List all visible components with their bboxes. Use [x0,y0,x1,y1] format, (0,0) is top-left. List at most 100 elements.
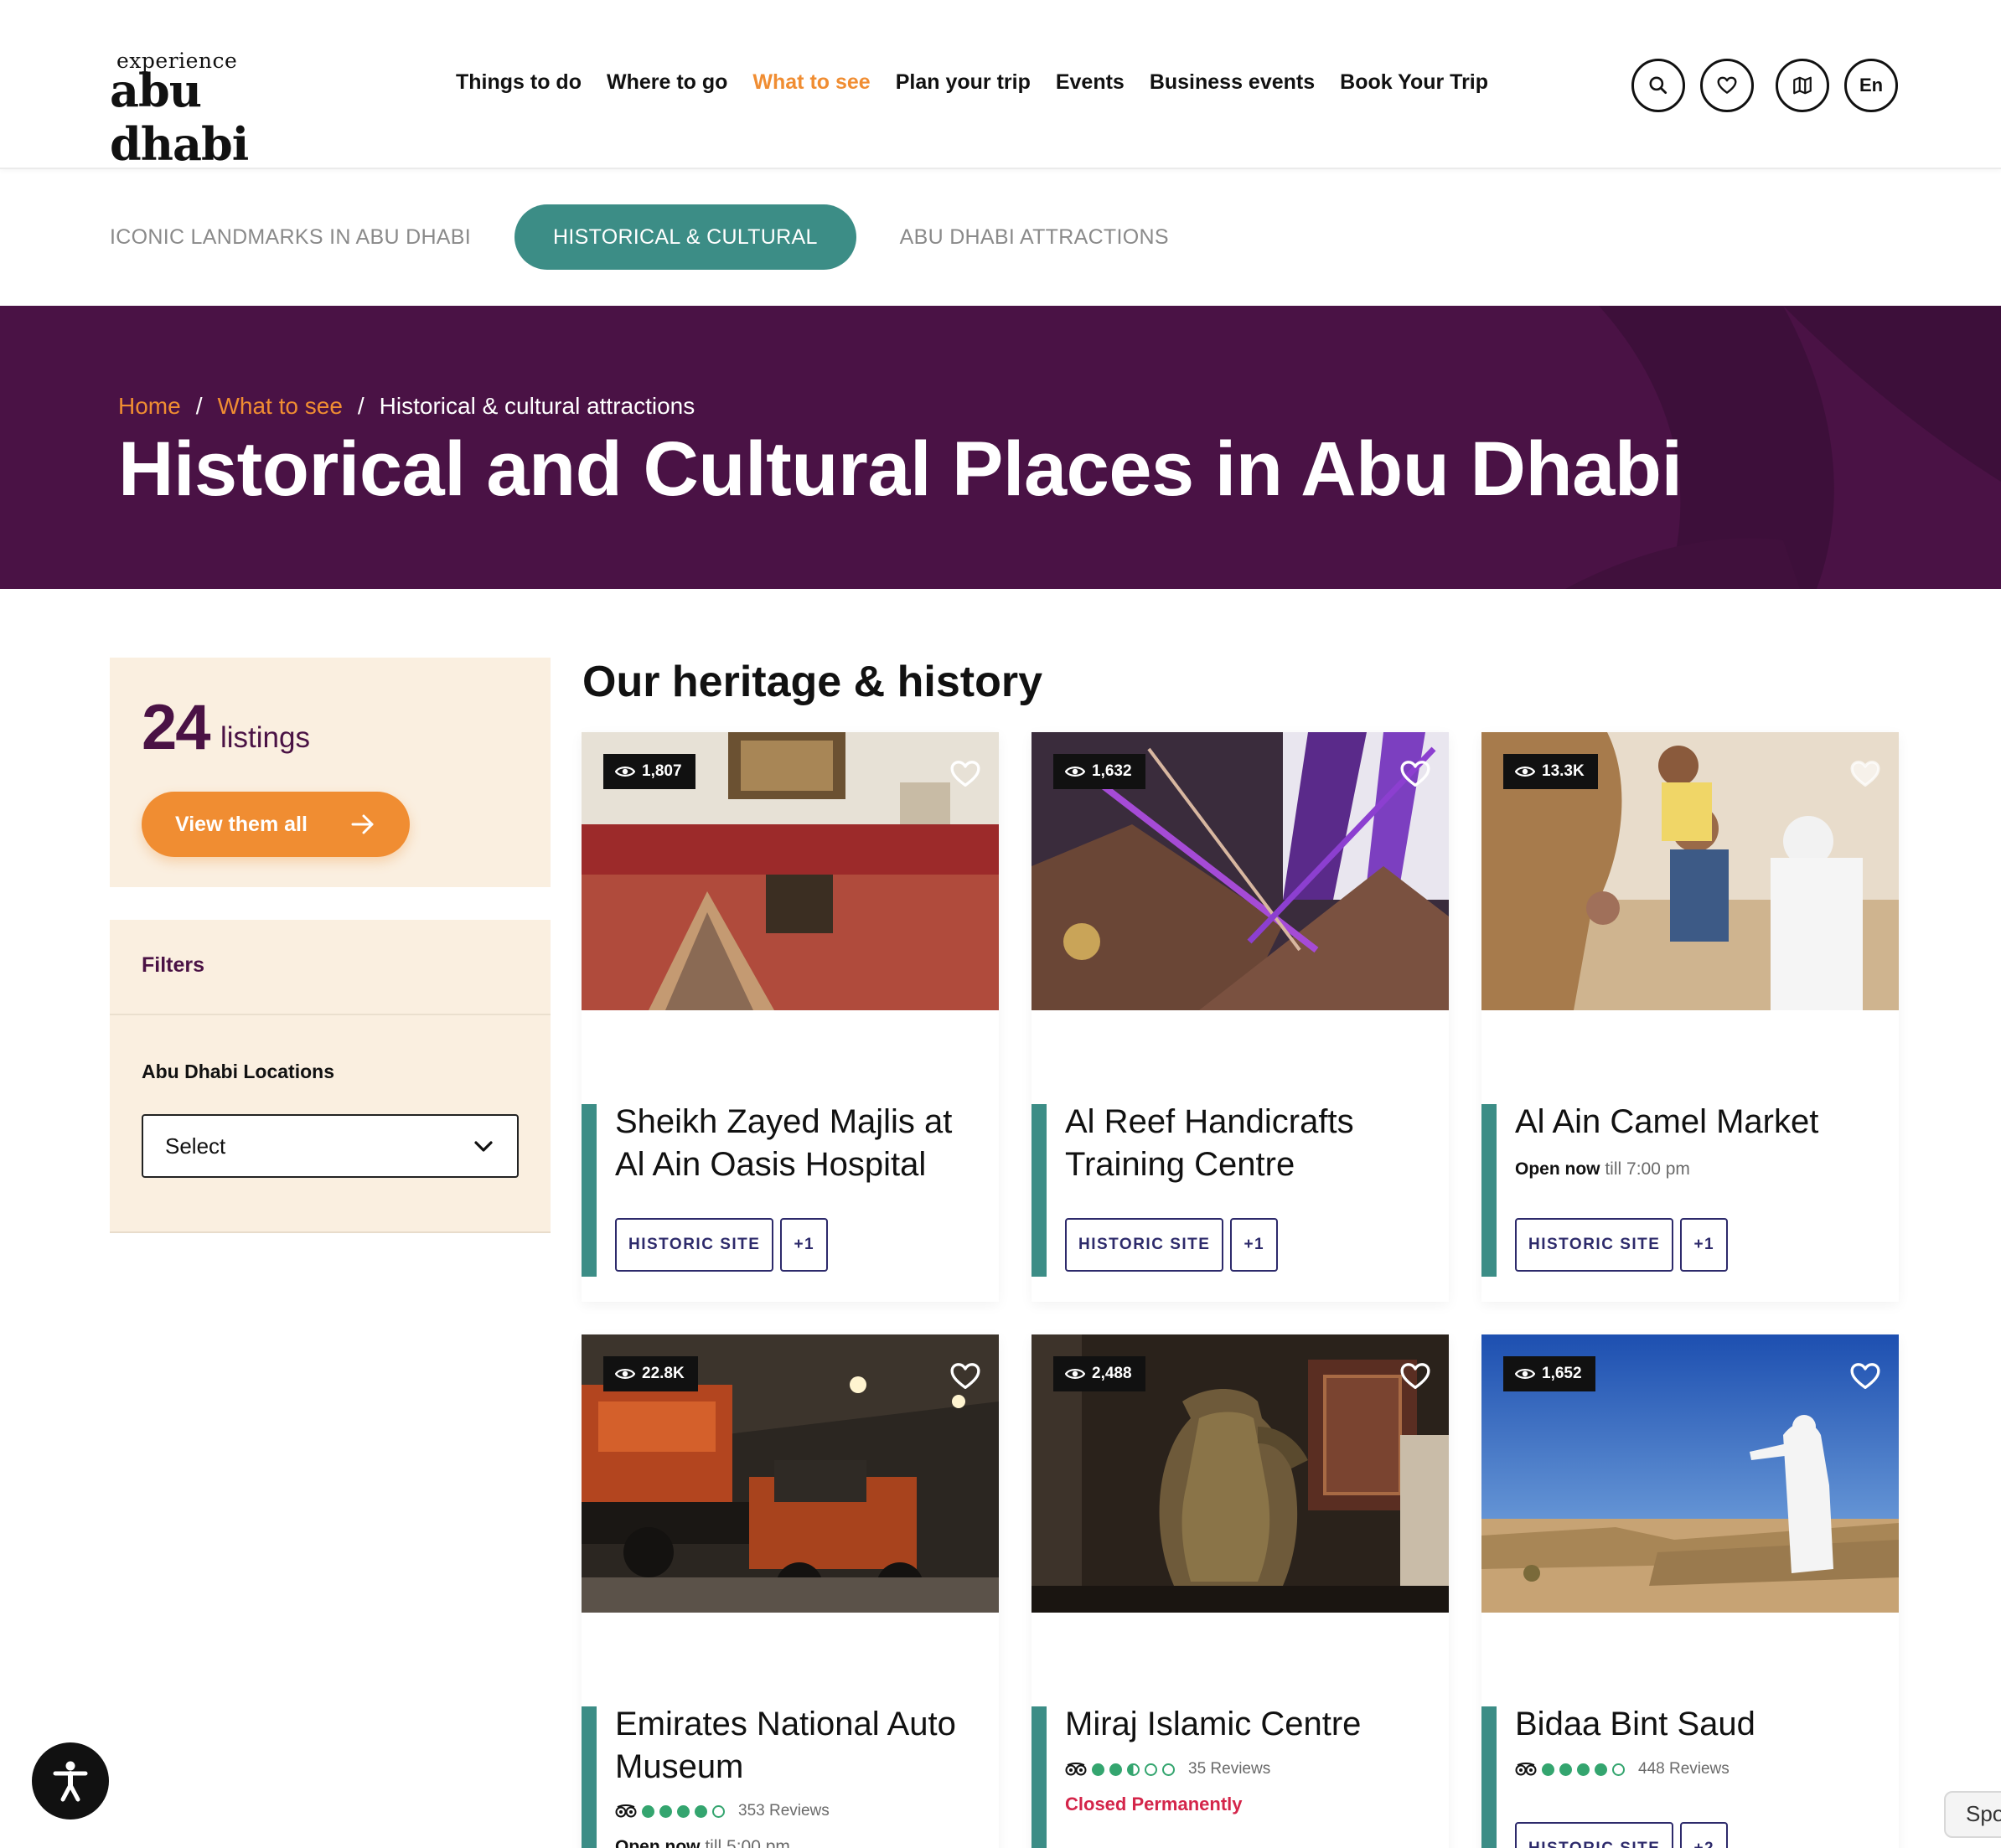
breadcrumb-what-to-see[interactable]: What to see [217,393,342,420]
view-count: 13.3K [1542,762,1585,780]
open-until: till 7:00 pm [1605,1159,1690,1179]
site-header: experience abu dhabi Things to do Where … [0,0,2001,171]
chevron-down-icon [474,1141,493,1152]
heart-icon [1400,1363,1430,1389]
favorite-button[interactable] [949,1360,982,1393]
nav-business-events[interactable]: Business events [1150,70,1315,95]
category-tabs: ICONIC LANDMARKS IN ABU DHABI HISTORICAL… [110,204,1169,270]
listing-tags: HISTORIC SITE +1 [615,1218,829,1272]
rating-dot [1595,1763,1607,1776]
filters-panel: Filters Abu Dhabi Locations Select [110,920,551,1233]
listing-card[interactable]: 1,652 Bidaa Bint Saud 448 Reviews HISTOR… [1481,1334,1899,1848]
review-count[interactable]: 35 Reviews [1188,1760,1270,1778]
listing-title[interactable]: Emirates National Auto Museum [615,1703,984,1789]
hero-banner: Home / What to see / Historical & cultur… [0,306,2001,589]
rating-dot [659,1804,672,1818]
tab-abu-dhabi-attractions[interactable]: ABU DHABI ATTRACTIONS [900,225,1169,250]
favorite-button[interactable] [1848,1360,1882,1393]
eye-icon [1065,767,1085,777]
nav-what-to-see[interactable]: What to see [752,70,870,95]
rating-dot [695,1804,707,1818]
breadcrumb-home[interactable]: Home [118,393,181,420]
map-button[interactable] [1776,59,1829,112]
listing-card[interactable]: 2,488 Miraj Islamic Centre 35 Reviews Cl… [1032,1334,1449,1848]
view-count-badge: 1,632 [1053,754,1145,789]
heart-icon [1400,761,1430,787]
view-count-badge: 1,807 [603,754,695,789]
eye-icon [1515,1369,1535,1379]
section-title: Our heritage & history [582,658,1042,706]
tripadvisor-icon [1065,1763,1087,1776]
favorite-button[interactable] [1399,1360,1432,1393]
nav-plan-your-trip[interactable]: Plan your trip [896,70,1031,95]
breadcrumb: Home / What to see / Historical & cultur… [118,393,695,420]
partial-floating-button[interactable]: Spo [1944,1791,2001,1838]
listings-count-label: listings [220,721,310,754]
accessibility-button[interactable] [32,1742,109,1820]
view-all-button[interactable]: View them all [142,792,410,857]
tag-more[interactable]: +1 [1680,1218,1729,1272]
view-count-badge: 2,488 [1053,1356,1145,1391]
listing-card[interactable]: 1,632 Al Reef Handicrafts Training Centr… [1032,732,1449,1302]
listing-title[interactable]: Miraj Islamic Centre [1065,1703,1434,1746]
listing-title[interactable]: Al Reef Handicrafts Training Centre [1065,1101,1434,1186]
card-accent-bar [582,1104,597,1277]
nav-things-to-do[interactable]: Things to do [456,70,582,95]
tag-historic-site[interactable]: HISTORIC SITE [1515,1218,1674,1272]
listing-card[interactable]: 13.3K Al Ain Camel Market Open now till … [1481,732,1899,1302]
tripadvisor-rating: 448 Reviews [1515,1760,1730,1778]
location-select[interactable]: Select [142,1114,519,1178]
tab-historical-cultural[interactable]: HISTORICAL & CULTURAL [514,204,856,270]
tag-more[interactable]: +1 [780,1218,829,1272]
favorites-button[interactable] [1700,59,1754,112]
heart-icon [1850,1363,1880,1389]
eye-icon [1065,1369,1085,1379]
eye-icon [615,1369,635,1379]
rating-dot [712,1804,725,1818]
rating-dot [1559,1763,1572,1776]
rating-dot [1092,1763,1104,1776]
opening-status: Open now till 5:00 pm [615,1837,790,1848]
listing-title[interactable]: Al Ain Camel Market [1515,1101,1884,1143]
rating-dot [1162,1763,1175,1776]
tag-more[interactable]: +1 [1230,1218,1279,1272]
heart-icon [950,1363,980,1389]
nav-where-to-go[interactable]: Where to go [607,70,727,95]
listing-card[interactable]: 1,807 Sheikh Zayed Majlis at Al Ain Oasi… [582,732,999,1302]
view-all-label: View them all [175,812,308,836]
eye-icon [615,767,635,777]
nav-events[interactable]: Events [1056,70,1125,95]
listing-card[interactable]: 22.8K Emirates National Auto Museum 353 … [582,1334,999,1848]
site-logo[interactable]: experience abu dhabi [110,49,328,171]
card-accent-bar [1032,1104,1047,1277]
open-until: till 5:00 pm [705,1837,790,1848]
favorite-button[interactable] [1399,757,1432,791]
listing-title[interactable]: Sheikh Zayed Majlis at Al Ain Oasis Hosp… [615,1101,984,1186]
rating-dot [1145,1763,1157,1776]
favorite-button[interactable] [1848,757,1882,791]
tab-iconic-landmarks[interactable]: ICONIC LANDMARKS IN ABU DHABI [110,225,471,250]
card-accent-bar [1032,1706,1047,1848]
card-accent-bar [1481,1706,1497,1848]
favorite-button[interactable] [949,757,982,791]
nav-book-your-trip[interactable]: Book Your Trip [1340,70,1488,95]
breadcrumb-current: Historical & cultural attractions [379,393,695,419]
tag-historic-site[interactable]: HISTORIC SITE [615,1218,774,1272]
review-count[interactable]: 353 Reviews [738,1802,830,1820]
listing-title[interactable]: Bidaa Bint Saud [1515,1703,1884,1746]
rating-dot [642,1804,654,1818]
review-count[interactable]: 448 Reviews [1638,1760,1730,1778]
tag-historic-site[interactable]: HISTORIC SITE [1515,1822,1674,1848]
heart-icon [950,761,980,787]
view-count: 22.8K [642,1365,685,1382]
listing-tags: HISTORIC SITE +2 [1515,1822,1729,1848]
language-button[interactable]: En [1844,59,1898,112]
tag-more[interactable]: +2 [1680,1822,1729,1848]
tag-historic-site[interactable]: HISTORIC SITE [1065,1218,1224,1272]
map-icon [1793,76,1812,95]
view-count-badge: 22.8K [603,1356,698,1391]
listings-count: 24 [142,692,211,763]
breadcrumb-separator: / [195,393,203,419]
search-button[interactable] [1631,59,1685,112]
view-count: 2,488 [1092,1365,1132,1382]
